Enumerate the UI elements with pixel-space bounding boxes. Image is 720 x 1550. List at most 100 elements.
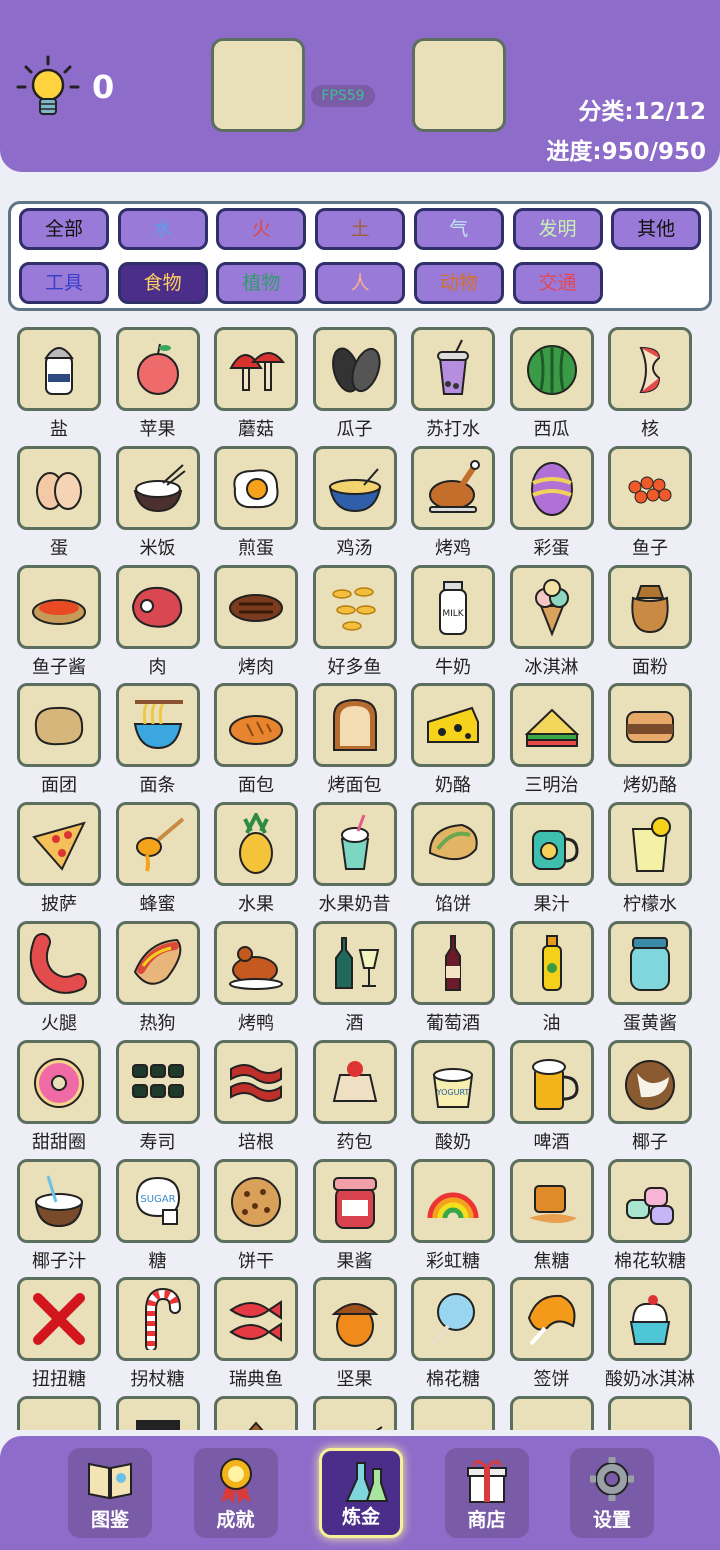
filter-tab[interactable]: 动物	[413, 262, 504, 304]
item-tile[interactable]	[608, 1158, 692, 1243]
item-tile[interactable]	[509, 1039, 594, 1124]
item-tile[interactable]	[411, 445, 495, 530]
item-tile[interactable]	[509, 1396, 594, 1430]
item-tile[interactable]	[411, 1396, 495, 1430]
item-tile[interactable]	[214, 1277, 298, 1362]
item-tile[interactable]	[17, 921, 101, 1005]
item-tile[interactable]	[115, 1277, 200, 1362]
item-tile[interactable]	[312, 683, 397, 768]
item-tile[interactable]	[214, 327, 298, 411]
item-tile[interactable]	[608, 327, 692, 411]
item-label: 酸奶冰淇淋	[605, 1369, 695, 1391]
item-tile[interactable]: SUGAR	[115, 1158, 200, 1243]
item-tile[interactable]	[17, 327, 101, 411]
item-tile[interactable]	[312, 1277, 397, 1362]
filter-tab[interactable]: 土	[315, 208, 406, 250]
item-tile[interactable]	[312, 445, 397, 530]
filter-tab[interactable]: 工具	[19, 262, 109, 304]
item-tile[interactable]	[509, 921, 594, 1005]
item-tile[interactable]	[312, 802, 397, 887]
filter-tab[interactable]: 水	[117, 208, 208, 250]
item-tile[interactable]	[214, 1158, 298, 1243]
item-label: 馅饼	[435, 894, 471, 916]
item-tile[interactable]	[509, 564, 594, 649]
item-tile[interactable]	[509, 445, 594, 530]
filter-tab[interactable]: 人	[315, 262, 406, 304]
item-tile[interactable]	[509, 1277, 594, 1362]
hint-bulb-icon[interactable]	[16, 55, 80, 121]
nav-label: 商店	[467, 1509, 506, 1531]
item-label: 奶酪	[435, 775, 471, 797]
nav-button[interactable]: 炼金	[319, 1448, 403, 1538]
item-tile[interactable]	[115, 564, 200, 649]
item-tile[interactable]	[214, 921, 298, 1005]
item-tile[interactable]	[312, 327, 397, 411]
item-tile[interactable]	[312, 564, 397, 649]
item-label: 面条	[139, 775, 176, 797]
item-tile[interactable]	[411, 921, 495, 1005]
nav-button[interactable]: 图鉴	[68, 1448, 152, 1538]
item-tile[interactable]	[214, 445, 298, 530]
item-tile[interactable]	[17, 683, 101, 768]
item-tile[interactable]	[17, 445, 101, 530]
item-tile[interactable]	[17, 802, 101, 887]
item-tile[interactable]	[411, 1158, 495, 1243]
item-tile[interactable]	[115, 921, 200, 1005]
hint-count: 0	[92, 68, 115, 106]
filter-tab[interactable]: 发明	[512, 208, 603, 250]
item-tile[interactable]	[115, 445, 200, 530]
item-tile[interactable]	[115, 327, 200, 411]
item-tile[interactable]	[17, 1396, 101, 1430]
item-tile[interactable]	[214, 1396, 298, 1430]
item-tile[interactable]	[509, 327, 594, 411]
item-tile[interactable]	[411, 683, 495, 768]
item-tile[interactable]	[608, 921, 692, 1005]
item-tile[interactable]	[312, 921, 397, 1005]
filter-tab[interactable]: 全部	[19, 208, 109, 250]
item-tile[interactable]	[608, 564, 692, 649]
item-tile[interactable]	[608, 445, 692, 530]
item-tile[interactable]	[411, 327, 495, 411]
item-tile[interactable]	[17, 1158, 101, 1243]
item-tile[interactable]	[608, 1396, 692, 1430]
combine-slot-left[interactable]	[211, 38, 305, 132]
item-tile[interactable]: YOGURT	[411, 1039, 495, 1124]
item-tile[interactable]	[214, 683, 298, 768]
item-tile[interactable]	[509, 802, 594, 887]
filter-tab[interactable]: 植物	[216, 262, 307, 304]
filter-tab[interactable]: 气	[413, 208, 504, 250]
item-tile[interactable]	[608, 1039, 692, 1124]
progress-stat: 进度:950/950	[546, 139, 706, 165]
item-tile[interactable]	[608, 802, 692, 887]
item-tile[interactable]	[17, 1277, 101, 1362]
item-label: 牛奶	[435, 656, 471, 678]
item-tile[interactable]	[17, 564, 101, 649]
item-tile[interactable]	[115, 1039, 200, 1124]
item-tile[interactable]	[608, 683, 692, 768]
filter-tab[interactable]: 交通	[512, 262, 603, 304]
nav-button[interactable]: 商店	[444, 1448, 529, 1538]
filter-tab[interactable]: 火	[216, 208, 307, 250]
nav-button[interactable]: 设置	[570, 1448, 654, 1538]
item-tile[interactable]	[115, 802, 200, 887]
item-tile[interactable]	[312, 1039, 397, 1124]
filter-tab[interactable]: 其他	[611, 208, 702, 250]
item-tile[interactable]	[214, 564, 298, 649]
item-tile[interactable]	[17, 1039, 101, 1124]
combine-slot-right[interactable]	[412, 38, 506, 132]
filter-tab[interactable]: 食物	[117, 262, 208, 304]
item-tile[interactable]	[312, 1158, 397, 1243]
item-tile[interactable]: MILK	[411, 564, 495, 649]
item-label: 焦糖	[533, 1250, 570, 1272]
item-tile[interactable]	[115, 683, 200, 768]
item-tile[interactable]	[608, 1277, 692, 1362]
item-tile[interactable]	[214, 1039, 298, 1124]
item-tile[interactable]	[411, 1277, 495, 1362]
item-tile[interactable]	[509, 683, 594, 768]
item-tile[interactable]	[509, 1158, 594, 1243]
item-tile[interactable]	[214, 802, 298, 887]
item-tile[interactable]: POP	[115, 1396, 200, 1430]
item-tile[interactable]	[411, 802, 495, 887]
item-tile[interactable]	[312, 1396, 397, 1430]
nav-button[interactable]: 成就	[193, 1448, 278, 1538]
